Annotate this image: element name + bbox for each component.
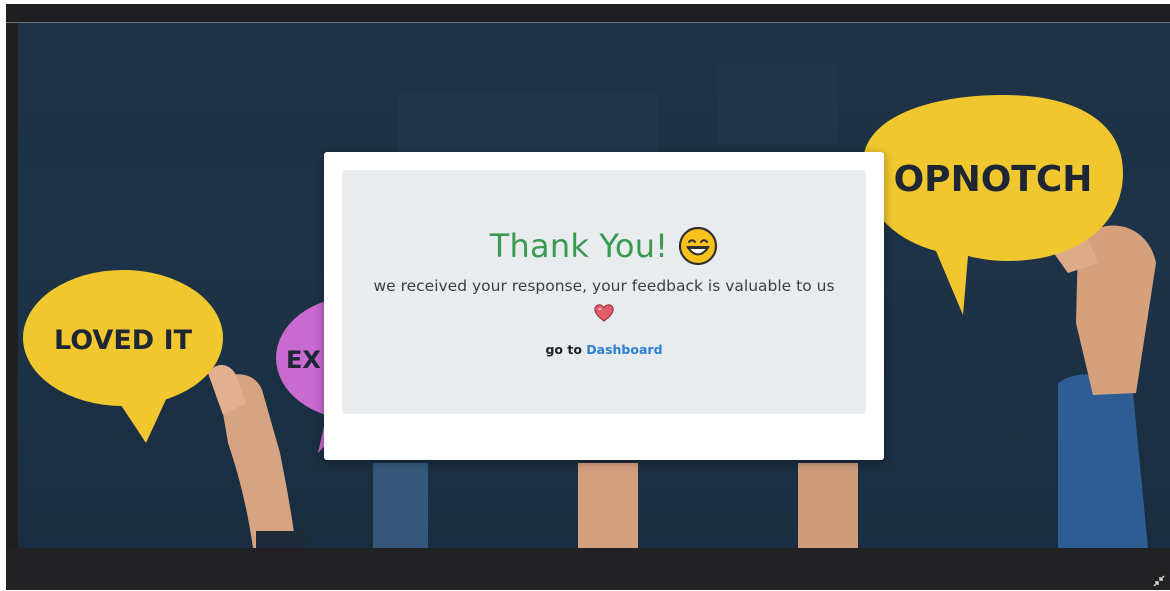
minimize-icon[interactable] bbox=[1152, 574, 1166, 588]
heart-icon bbox=[594, 304, 614, 322]
thank-you-modal: Thank You! we received your response, yo… bbox=[324, 152, 884, 460]
ex-text: EX bbox=[286, 346, 321, 374]
bottom-bar bbox=[6, 548, 1170, 590]
dashboard-nav-row: go to Dashboard bbox=[342, 342, 866, 357]
confirmation-message: we received your response, your feedback… bbox=[373, 277, 835, 295]
grinning-face-icon bbox=[679, 226, 718, 266]
modal-content-panel: Thank You! we received your response, yo… bbox=[342, 170, 866, 414]
loved-it-text: LOVED IT bbox=[54, 325, 193, 356]
title-row: Thank You! bbox=[342, 226, 866, 266]
goto-prefix: go to bbox=[545, 342, 587, 357]
modal-title: Thank You! bbox=[489, 227, 669, 265]
topnotch-text: OPNOTCH bbox=[894, 159, 1093, 200]
dashboard-link[interactable]: Dashboard bbox=[586, 342, 662, 357]
loved-it-bubble: LOVED IT bbox=[23, 270, 223, 443]
